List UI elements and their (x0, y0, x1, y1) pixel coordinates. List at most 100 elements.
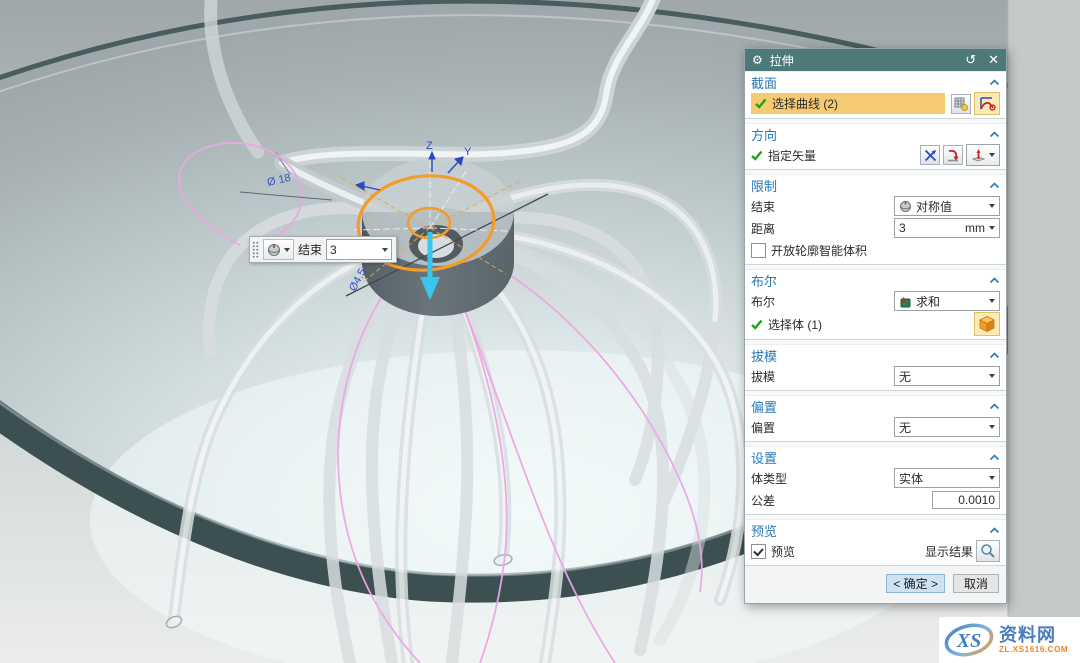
solid-body-cube-icon (978, 315, 996, 333)
curve-rule-icon (954, 97, 968, 111)
limits-header: 限制 (751, 176, 777, 195)
extrude-dialog: ⚙ 拉伸 ↺ ✕ 截面 选择曲线 (2) (744, 48, 1007, 604)
boolean-value: 求和 (916, 293, 985, 310)
chevron-down-icon (989, 374, 995, 378)
watermark-site-url: ZL.XS1616.COM (999, 646, 1068, 654)
draft-combo[interactable]: 无 (894, 366, 1000, 386)
end-distance-input[interactable]: 3 (326, 239, 392, 260)
body-type-value: 实体 (899, 470, 985, 487)
collapse-chevron-icon[interactable] (989, 403, 1000, 410)
collapse-chevron-icon[interactable] (989, 454, 1000, 461)
show-result-label: 显示结果 (925, 543, 973, 560)
select-curve-field[interactable]: 选择曲线 (2) (751, 93, 945, 114)
check-icon (751, 319, 763, 330)
open-profile-label: 开放轮廓智能体积 (771, 242, 867, 259)
symmetric-value-icon (267, 243, 281, 257)
dialog-title: 拉伸 (770, 52, 953, 69)
close-icon[interactable]: ✕ (988, 52, 999, 68)
check-icon (751, 150, 763, 161)
group-preview: 预览 预览 显示结果 (745, 519, 1006, 566)
vector-method-dropdown[interactable] (966, 144, 1000, 166)
chevron-down-icon (989, 153, 995, 157)
chevron-down-icon (284, 248, 290, 252)
vector-icon (971, 148, 986, 163)
boolean-label: 布尔 (751, 293, 894, 310)
collapse-chevron-icon[interactable] (989, 352, 1000, 359)
boolean-combo[interactable]: 求和 (894, 291, 1000, 311)
draft-label: 拔模 (751, 368, 894, 385)
sketch-section-button[interactable] (974, 92, 1000, 115)
section-header: 截面 (751, 73, 777, 92)
dialog-title-bar[interactable]: ⚙ 拉伸 ↺ ✕ (745, 49, 1006, 71)
toolbar-drag-handle[interactable] (252, 241, 259, 259)
end-label: 结束 (751, 198, 894, 215)
chevron-down-icon (989, 299, 995, 303)
ok-button[interactable]: < 确定 > (886, 574, 945, 593)
body-type-combo[interactable]: 实体 (894, 468, 1000, 488)
watermark-site-name: 资料网 (999, 626, 1068, 644)
offset-label: 偏置 (751, 419, 894, 436)
end-mode-dropdown[interactable] (263, 239, 294, 260)
reverse-direction-icon (946, 149, 960, 162)
group-limits: 限制 结束 对称值 距离 3 mm (745, 174, 1006, 265)
draft-value: 无 (899, 368, 985, 385)
offset-combo[interactable]: 无 (894, 417, 1000, 437)
collapse-chevron-icon[interactable] (989, 131, 1000, 138)
axis-y-label: Y (464, 146, 472, 158)
application-window: Z Y Ø 18 Ø4.5 结束 3 (0, 0, 1080, 663)
group-draft: 拔模 拔模 无 (745, 344, 1006, 391)
cancel-button[interactable]: 取消 (953, 574, 999, 593)
gear-icon: ⚙ (752, 53, 763, 67)
sketch-section-icon (978, 96, 996, 112)
group-offset: 偏置 偏置 无 (745, 395, 1006, 442)
collapse-chevron-icon[interactable] (989, 277, 1000, 284)
body-type-label: 体类型 (751, 470, 894, 487)
dialog-footer: < 确定 > 取消 (745, 566, 1006, 603)
watermark: XS 资料网 ZL.XS1616.COM (939, 617, 1080, 663)
preview-checkbox[interactable] (751, 544, 766, 559)
symmetric-value-icon (899, 200, 912, 213)
select-curve-label: 选择曲线 (2) (772, 95, 838, 112)
end-mode-value: 对称值 (916, 198, 985, 215)
settings-header: 设置 (751, 448, 777, 467)
curve-rule-button[interactable] (951, 94, 971, 114)
distance-value: 3 (899, 221, 961, 235)
tolerance-label: 公差 (751, 492, 932, 509)
group-direction: 方向 指定矢量 (745, 123, 1006, 170)
chevron-down-icon (382, 248, 388, 252)
end-mode-combo[interactable]: 对称值 (894, 196, 1000, 216)
collapse-chevron-icon[interactable] (989, 527, 1000, 534)
magnifier-icon (980, 543, 996, 559)
boolean-header: 布尔 (751, 271, 777, 290)
select-body-label: 选择体 (1) (768, 316, 971, 333)
tolerance-input[interactable]: 0.0010 (932, 491, 1000, 509)
show-result-button[interactable] (976, 540, 1000, 562)
vector-cross-button[interactable] (920, 145, 940, 165)
axis-z-label: Z (426, 140, 433, 152)
open-profile-checkbox[interactable] (751, 243, 766, 258)
distance-label: 距离 (751, 220, 894, 237)
chevron-down-icon (989, 425, 995, 429)
specify-vector-label: 指定矢量 (768, 147, 917, 164)
onscreen-mini-toolbar: 结束 3 (249, 236, 397, 263)
distance-input[interactable]: 3 mm (894, 218, 1000, 238)
unite-icon (899, 295, 912, 308)
group-section: 截面 选择曲线 (2) (745, 71, 1006, 119)
select-body-button[interactable] (974, 312, 1000, 336)
direction-header: 方向 (751, 125, 777, 144)
group-boolean: 布尔 布尔 求和 选择体 (1) (745, 269, 1006, 340)
reverse-direction-button[interactable] (943, 145, 963, 165)
svg-text:XS: XS (956, 630, 981, 652)
preview-label: 预览 (771, 543, 925, 560)
group-settings: 设置 体类型 实体 公差 0.0010 (745, 446, 1006, 515)
collapse-chevron-icon[interactable] (989, 79, 1000, 86)
reset-icon[interactable]: ↺ (965, 52, 976, 68)
chevron-down-icon (989, 204, 995, 208)
offset-header: 偏置 (751, 397, 777, 416)
collapse-chevron-icon[interactable] (989, 182, 1000, 189)
draft-header: 拔模 (751, 346, 777, 365)
app-side-strip (1008, 0, 1080, 663)
end-label: 结束 (298, 241, 322, 258)
tolerance-value: 0.0010 (958, 493, 995, 507)
preview-header: 预览 (751, 521, 777, 540)
